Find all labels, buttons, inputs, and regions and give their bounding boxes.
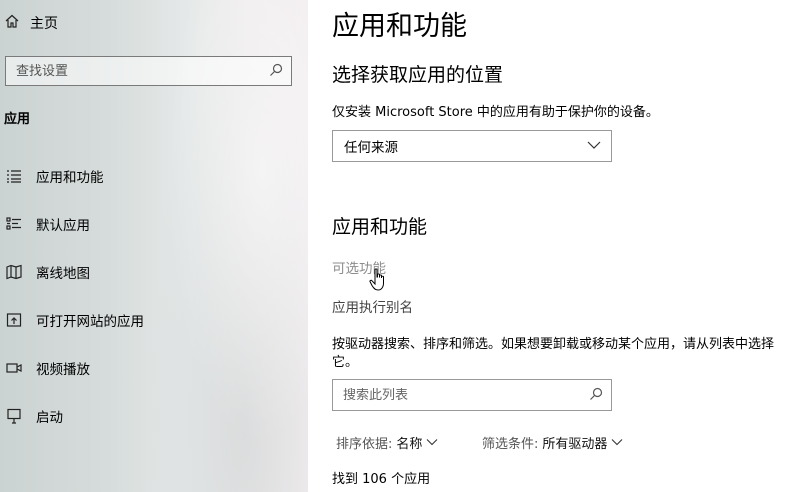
sidebar-item-default-apps[interactable]: 默认应用 (0, 209, 300, 239)
sidebar-item-offline-maps[interactable]: 离线地图 (0, 257, 300, 287)
video-playback-icon (3, 359, 25, 377)
sidebar-item-video-playback[interactable]: 视频播放 (0, 353, 300, 383)
apps-list-description: 按驱动器搜索、排序和筛选。如果想要卸载或移动某个应用，请从列表中选择它。 (332, 337, 775, 370)
search-icon[interactable] (589, 386, 603, 405)
home-nav-item[interactable]: 主页 (4, 12, 58, 34)
hand-cursor-icon (369, 268, 384, 291)
apps-features-heading: 应用和功能 (332, 216, 428, 238)
install-source-description: 仅安装 Microsoft Store 中的应用有助于保护你的设备。 (332, 105, 659, 120)
sidebar-section-label: 应用 (4, 112, 31, 127)
apps-list-icon (3, 167, 25, 185)
sidebar-item-label: 应用和功能 (36, 170, 104, 186)
sidebar-item-startup[interactable]: 启动 (0, 401, 300, 431)
offline-maps-icon (3, 263, 25, 281)
sort-by-dropdown[interactable]: 排序依据: 名称 (336, 433, 438, 452)
apps-list-search-input[interactable] (343, 387, 573, 403)
settings-search-box[interactable] (5, 56, 292, 86)
sidebar-item-apps-features[interactable]: 应用和功能 (0, 161, 300, 191)
chevron-down-icon (611, 435, 623, 450)
sidebar-item-label: 视频播放 (36, 362, 90, 378)
apps-for-websites-icon (3, 311, 25, 329)
sidebar-item-label: 可打开网站的应用 (36, 314, 144, 330)
startup-icon (3, 407, 25, 425)
chevron-down-icon (426, 435, 438, 450)
install-source-heading: 选择获取应用的位置 (332, 64, 504, 86)
sidebar-item-label: 离线地图 (36, 266, 90, 282)
sidebar-item-label: 启动 (36, 410, 63, 426)
sidebar-item-label: 默认应用 (36, 218, 90, 234)
chevron-down-icon (587, 138, 601, 154)
home-icon (4, 13, 20, 33)
apps-list-search-box[interactable] (332, 379, 612, 411)
main-content: 应用和功能 选择获取应用的位置 仅安装 Microsoft Store 中的应用… (308, 0, 796, 492)
sort-value: 名称 (396, 437, 423, 452)
filter-by-dropdown[interactable]: 筛选条件: 所有驱动器 (482, 433, 623, 452)
settings-search-input[interactable] (16, 63, 256, 79)
sidebar-item-apps-for-websites[interactable]: 可打开网站的应用 (0, 305, 300, 335)
dropdown-value: 任何来源 (344, 140, 398, 156)
filter-label: 筛选条件: (482, 437, 539, 452)
default-apps-icon (3, 215, 25, 233)
sort-label: 排序依据: (336, 437, 393, 452)
sidebar: 主页 应用 应用和功能 默认应用 离线地图 可打开网站的应用 视 (0, 0, 308, 492)
home-label: 主页 (30, 16, 58, 32)
page-title: 应用和功能 (332, 11, 467, 42)
filter-value: 所有驱动器 (542, 437, 608, 452)
install-source-dropdown[interactable]: 任何来源 (332, 130, 612, 162)
app-execution-alias-link[interactable]: 应用执行别名 (332, 296, 413, 316)
apps-count-text: 找到 106 个应用 (332, 472, 431, 487)
search-icon[interactable] (269, 62, 283, 81)
